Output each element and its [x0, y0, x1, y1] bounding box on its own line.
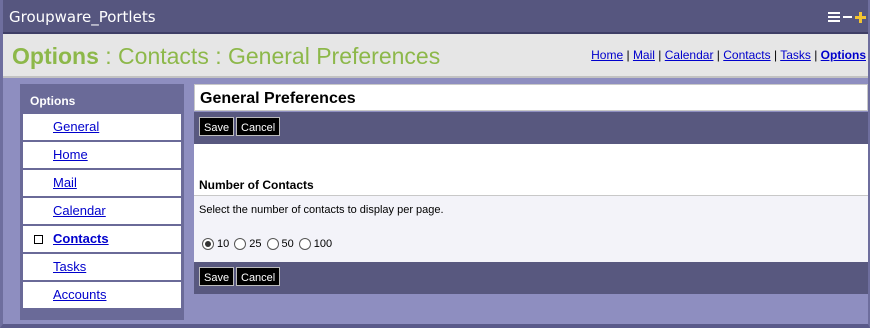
sidebar-item-calendar[interactable]: Calendar — [23, 198, 181, 224]
top-link-home[interactable]: Home — [591, 48, 623, 62]
bottom-button-bar: Save Cancel — [194, 262, 868, 294]
top-link-contacts[interactable]: Contacts — [723, 48, 770, 62]
page-title: General Preferences — [200, 90, 356, 107]
portlet-window: Groupware_Portlets Options : Contacts : … — [0, 0, 870, 328]
sidebar-item-accounts[interactable]: Accounts — [23, 282, 181, 308]
minimize-icon[interactable] — [843, 16, 852, 18]
radio-icon[interactable] — [234, 238, 247, 250]
list-icon[interactable] — [828, 12, 840, 22]
save-button-bottom[interactable]: Save — [199, 267, 235, 286]
portlet-title-bar: Groupware_Portlets — [3, 0, 868, 34]
sidebar-item-label[interactable]: Contacts — [53, 231, 109, 246]
save-button[interactable]: Save — [199, 117, 235, 136]
current-bullet-icon — [34, 235, 43, 244]
top-nav-links: Home | Mail | Calendar | Contacts | Task… — [591, 48, 866, 62]
radio-icon[interactable] — [266, 238, 279, 250]
top-link-calendar[interactable]: Calendar — [665, 48, 714, 62]
radio-label: 10 — [217, 238, 230, 250]
radio-label: 100 — [313, 238, 333, 250]
sidebar-item-label[interactable]: Calendar — [53, 203, 106, 218]
maximize-icon[interactable] — [855, 11, 866, 23]
radio-option-25[interactable]: 25 — [234, 238, 262, 250]
sidebar-item-label[interactable]: Mail — [53, 175, 77, 190]
radio-label: 25 — [249, 238, 262, 250]
sidebar-item-label[interactable]: General — [53, 119, 99, 134]
top-link-options[interactable]: Options — [821, 48, 866, 62]
breadcrumb-options: Options — [12, 43, 99, 69]
panel-title-box: General Preferences — [194, 84, 868, 111]
sidebar-item-label[interactable]: Accounts — [53, 287, 106, 302]
portlet-controls — [828, 10, 866, 24]
top-link-mail[interactable]: Mail — [633, 48, 655, 62]
radio-label: 50 — [281, 238, 294, 250]
sidebar-title: Options — [30, 94, 76, 108]
section-header: Number of Contacts — [194, 168, 868, 196]
sidebar-item-label[interactable]: Home — [53, 147, 88, 162]
breadcrumb-rest: : Contacts : General Preferences — [98, 43, 441, 69]
radio-option-100[interactable]: 100 — [298, 238, 333, 250]
radio-option-10[interactable]: 10 — [202, 238, 229, 250]
breadcrumb: Options : Contacts : General Preferences — [12, 43, 440, 70]
sidebar-item-mail[interactable]: Mail — [23, 170, 181, 196]
top-button-bar: Save Cancel — [194, 112, 868, 144]
options-sidebar: Options General Home Mail Calendar Conta… — [20, 84, 184, 320]
radio-option-50[interactable]: 50 — [266, 238, 294, 250]
sidebar-item-tasks[interactable]: Tasks — [23, 254, 181, 280]
sidebar-item-label[interactable]: Tasks — [53, 259, 86, 274]
spacer — [194, 144, 868, 168]
page-heading: Options : Contacts : General Preferences… — [3, 34, 868, 78]
radio-selected-icon[interactable] — [202, 238, 214, 250]
cancel-button-bottom[interactable]: Cancel — [236, 267, 281, 286]
section-title: Number of Contacts — [199, 178, 314, 192]
sidebar-item-contacts[interactable]: Contacts — [23, 226, 181, 252]
sidebar-item-general[interactable]: General — [23, 114, 181, 140]
radio-icon[interactable] — [298, 238, 311, 250]
sidebar-item-home[interactable]: Home — [23, 142, 181, 168]
section-body: Select the number of contacts to display… — [194, 196, 868, 262]
contacts-per-page-radios: 10 25 50 100 — [202, 238, 337, 250]
section-description: Select the number of contacts to display… — [199, 204, 444, 216]
portlet-title: Groupware_Portlets — [9, 8, 156, 26]
cancel-button[interactable]: Cancel — [236, 117, 281, 136]
top-link-tasks[interactable]: Tasks — [780, 48, 811, 62]
